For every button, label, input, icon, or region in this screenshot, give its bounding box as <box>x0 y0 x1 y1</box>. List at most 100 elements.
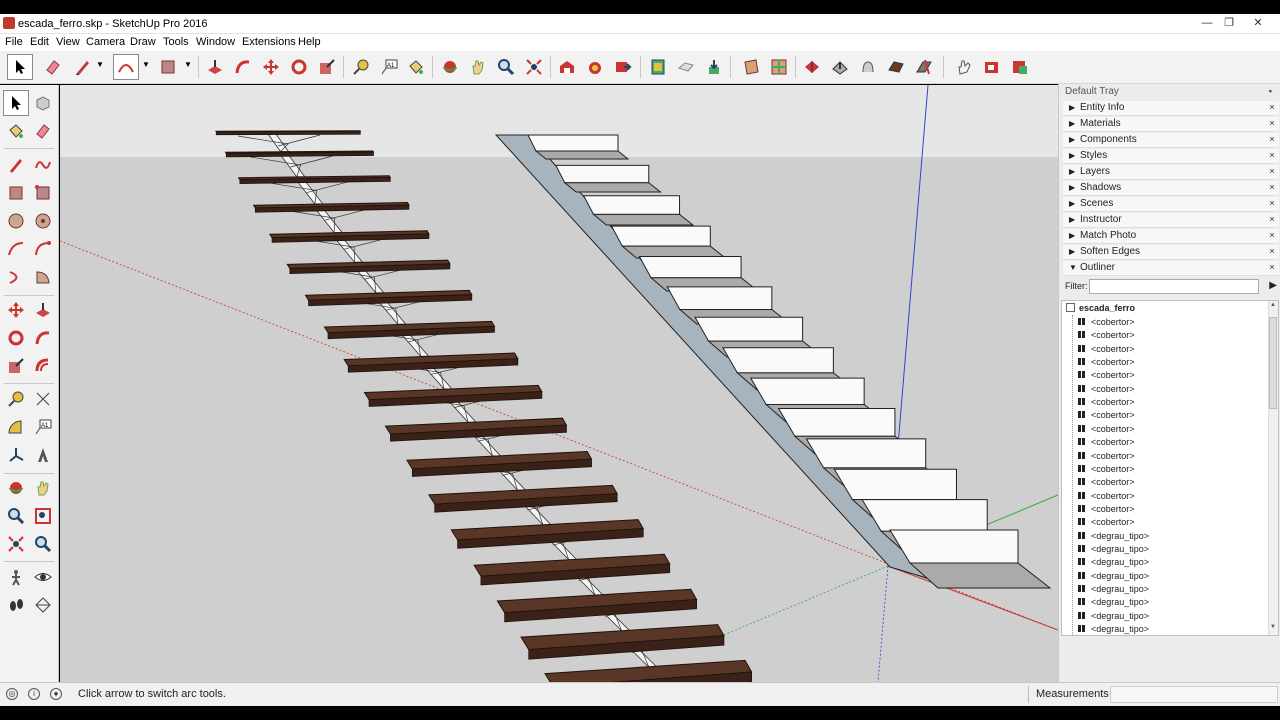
warehouse-upload-icon[interactable] <box>738 54 764 80</box>
close-icon[interactable]: × <box>1267 102 1277 113</box>
expand-arrow-icon[interactable]: ▶ <box>1069 199 1075 208</box>
expand-arrow-icon[interactable]: ▶ <box>1069 151 1075 160</box>
zoom-extents-icon[interactable] <box>521 54 547 80</box>
shape-dropdown-icon[interactable]: ▼ <box>184 60 192 69</box>
close-icon[interactable]: × <box>1267 246 1277 257</box>
outliner-item[interactable]: <cobertor> <box>1078 384 1135 397</box>
orbit-icon[interactable] <box>437 54 463 80</box>
look-around-icon[interactable] <box>30 564 56 590</box>
panel-components[interactable]: ▶ Components × <box>1063 133 1279 148</box>
follow-me-icon[interactable] <box>230 54 256 80</box>
sandbox-icon[interactable] <box>645 54 671 80</box>
section-plane-tool-icon[interactable] <box>30 592 56 618</box>
drawing-viewport[interactable] <box>60 85 1058 682</box>
push-pull-icon[interactable] <box>202 54 228 80</box>
scroll-thumb[interactable] <box>1269 317 1277 409</box>
zoom-extents-tool-icon[interactable] <box>3 531 29 557</box>
protractor-tool-icon[interactable] <box>3 414 29 440</box>
smoove-icon[interactable] <box>855 54 881 80</box>
pan-icon[interactable] <box>465 54 491 80</box>
outliner-item[interactable]: <cobertor> <box>1078 477 1135 490</box>
contours-icon[interactable] <box>827 54 853 80</box>
terrain-icon[interactable] <box>799 54 825 80</box>
arc-tool-icon[interactable] <box>3 236 29 262</box>
panel-entity-info[interactable]: ▶ Entity Info × <box>1063 101 1279 116</box>
tape-measure-icon[interactable] <box>348 54 374 80</box>
close-icon[interactable]: × <box>1267 262 1277 273</box>
section-plane-icon[interactable] <box>766 54 792 80</box>
restore-icon[interactable]: ❐ <box>1218 15 1240 31</box>
panel-match-photo[interactable]: ▶ Match Photo × <box>1063 229 1279 244</box>
two-point-arc-tool-icon[interactable] <box>30 236 56 262</box>
expand-arrow-icon[interactable]: ▶ <box>1069 215 1075 224</box>
outliner-item[interactable]: <degrau_tipo> <box>1078 597 1149 610</box>
solid-union-icon[interactable] <box>701 54 727 80</box>
expand-arrow-icon[interactable]: ▶ <box>1069 135 1075 144</box>
outliner-scrollbar[interactable]: ▲ ▼ <box>1268 301 1278 635</box>
menu-edit[interactable]: Edit <box>30 36 49 48</box>
outer-shell-icon[interactable] <box>673 54 699 80</box>
outliner-item[interactable]: <cobertor> <box>1078 504 1135 517</box>
outliner-item[interactable]: <cobertor> <box>1078 451 1135 464</box>
outliner-item[interactable]: <degrau_tipo> <box>1078 544 1149 557</box>
outliner-item[interactable]: <cobertor> <box>1078 317 1135 330</box>
outliner-item[interactable]: <degrau_tipo> <box>1078 611 1149 624</box>
outliner-item[interactable]: <cobertor> <box>1078 370 1135 383</box>
make-component-icon[interactable] <box>30 90 56 116</box>
orbit-tool-icon[interactable] <box>3 475 29 501</box>
panel-soften-edges[interactable]: ▶ Soften Edges × <box>1063 245 1279 260</box>
previous-view-icon[interactable] <box>30 531 56 557</box>
axes-tool-icon[interactable] <box>3 442 29 468</box>
line-tool-icon[interactable] <box>3 152 29 178</box>
warehouse-icon[interactable] <box>554 54 580 80</box>
outliner-item[interactable]: <cobertor> <box>1078 330 1135 343</box>
circle-tool-icon[interactable] <box>3 208 29 234</box>
panel-outliner[interactable]: ▼ Outliner × <box>1063 261 1279 276</box>
collapse-arrow-icon[interactable]: ▼ <box>1069 263 1077 272</box>
scale-icon[interactable] <box>314 54 340 80</box>
pointer-icon[interactable] <box>1007 54 1033 80</box>
pencil-dropdown-icon[interactable]: ▼ <box>96 60 104 69</box>
menu-extensions[interactable]: Extensions <box>242 36 296 48</box>
panel-instructor[interactable]: ▶ Instructor × <box>1063 213 1279 228</box>
expand-arrow-icon[interactable]: ▶ <box>1069 119 1075 128</box>
3d-text-tool-icon[interactable] <box>30 442 56 468</box>
pencil-icon[interactable] <box>70 54 96 80</box>
pin-icon[interactable]: ▪ <box>1269 86 1272 96</box>
menu-file[interactable]: File <box>5 36 23 48</box>
outliner-item[interactable]: <cobertor> <box>1078 464 1135 477</box>
offset-tool-icon[interactable] <box>30 353 56 379</box>
arc-icon[interactable] <box>113 54 139 80</box>
outliner-item[interactable]: <degrau_tipo> <box>1078 584 1149 597</box>
close-icon[interactable]: × <box>1267 198 1277 209</box>
arc-dropdown-icon[interactable]: ▼ <box>142 60 150 69</box>
tape-measure-tool-icon[interactable] <box>3 386 29 412</box>
panel-scenes[interactable]: ▶ Scenes × <box>1063 197 1279 212</box>
select-tool-icon[interactable] <box>3 90 29 116</box>
stamp-icon[interactable] <box>883 54 909 80</box>
eraser-tool-icon[interactable] <box>30 118 56 144</box>
menu-help[interactable]: Help <box>298 36 321 48</box>
close-icon[interactable]: × <box>1267 214 1277 225</box>
expand-arrow-icon[interactable]: ▶ <box>1069 183 1075 192</box>
close-icon[interactable]: × <box>1267 230 1277 241</box>
panel-materials[interactable]: ▶ Materials × <box>1063 117 1279 132</box>
text-icon[interactable]: A1 <box>376 54 402 80</box>
pie-tool-icon[interactable] <box>30 264 56 290</box>
menu-tools[interactable]: Tools <box>163 36 189 48</box>
close-icon[interactable]: × <box>1267 166 1277 177</box>
select-icon[interactable] <box>7 54 33 80</box>
close-icon[interactable]: × <box>1267 182 1277 193</box>
outliner-menu-arrow-icon[interactable]: ▶ <box>1269 280 1277 291</box>
expand-arrow-icon[interactable]: ▶ <box>1069 231 1075 240</box>
outliner-item[interactable]: <degrau_tipo> <box>1078 624 1149 635</box>
outliner-item[interactable]: <degrau_tipo> <box>1078 557 1149 570</box>
outliner-item[interactable]: <cobertor> <box>1078 344 1135 357</box>
rotate-icon[interactable] <box>286 54 312 80</box>
menu-draw[interactable]: Draw <box>130 36 156 48</box>
close-icon[interactable]: × <box>1267 118 1277 129</box>
follow-me-tool-icon[interactable] <box>30 325 56 351</box>
pan-tool-icon[interactable] <box>30 475 56 501</box>
freehand-tool-icon[interactable] <box>30 152 56 178</box>
position-camera-icon[interactable] <box>3 564 29 590</box>
